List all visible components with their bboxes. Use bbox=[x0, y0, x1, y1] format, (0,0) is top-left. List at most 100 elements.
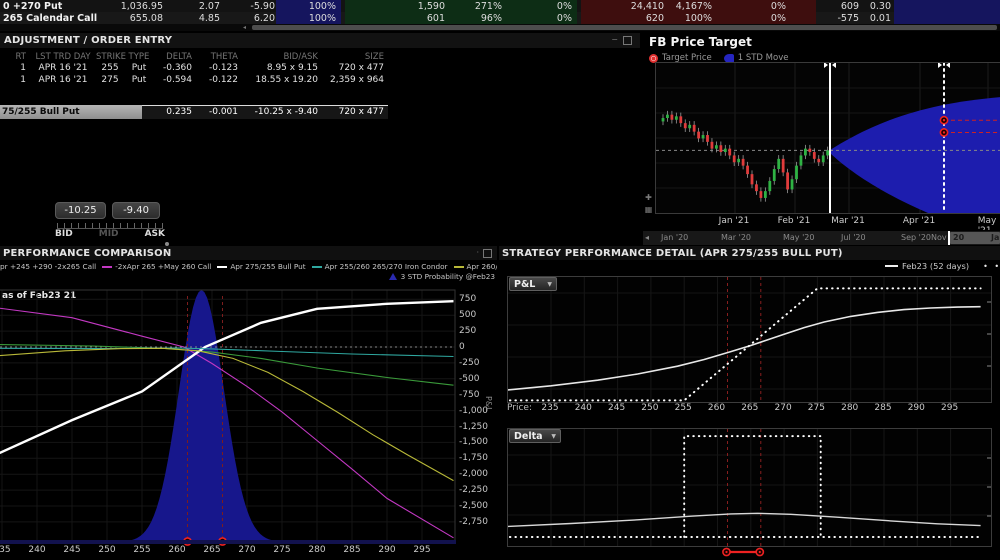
table-header-row: RTLST TRD DAYSTRIKETYPEDELTATHETABID/ASK… bbox=[0, 51, 388, 62]
y-tick: 750 bbox=[459, 294, 476, 304]
y-tick: -1,750 bbox=[459, 453, 488, 463]
y-tick: -2,250 bbox=[459, 485, 488, 495]
position-value: 0% bbox=[712, 1, 786, 12]
performance-chart[interactable] bbox=[0, 290, 456, 543]
gain-cells: 60196%0% bbox=[345, 12, 577, 24]
timeline-left-arrow-icon[interactable]: ◂ bbox=[645, 233, 649, 242]
price-tick: 260 bbox=[708, 403, 725, 413]
column-header: RT bbox=[0, 52, 30, 62]
price-tick: 270 bbox=[775, 403, 792, 413]
scroll-left-icon[interactable]: ◂ bbox=[243, 24, 246, 31]
pct-cell: 100% bbox=[276, 0, 341, 12]
y-axis-label: P&L bbox=[484, 396, 493, 412]
price-tick: 245 bbox=[608, 403, 625, 413]
delta-chart[interactable] bbox=[507, 428, 992, 547]
price-axis: Price: 235240245250255260265270275280285… bbox=[507, 403, 999, 415]
y-tick: 0 bbox=[459, 342, 465, 352]
leg-cell: 18.55 x 19.20 bbox=[242, 75, 322, 85]
price-tick: 255 bbox=[675, 403, 692, 413]
fb-timeline-scrollbar[interactable]: ◂ Jan '20Mar '20 May '20Jul '20 Sep '20N… bbox=[643, 230, 1000, 245]
pnl-metric-dropdown[interactable]: P&L ▼ bbox=[509, 277, 557, 291]
pct-cell: 100% bbox=[276, 12, 341, 24]
maximize-icon[interactable] bbox=[623, 36, 632, 48]
legend-line-icon bbox=[454, 266, 464, 268]
minimize-icon[interactable]: − bbox=[611, 36, 618, 44]
panel-title-bar: PERFORMANCE COMPARISON · bbox=[0, 246, 497, 260]
bid-price-button[interactable]: -10.25 bbox=[55, 202, 106, 219]
timeline-cursor[interactable] bbox=[948, 231, 950, 245]
legend-line-icon bbox=[217, 266, 227, 268]
y-tick: -2,500 bbox=[459, 501, 488, 511]
legend-item[interactable]: Apr 275/255 Bull Put bbox=[217, 262, 305, 271]
target-price-markers[interactable] bbox=[507, 546, 990, 559]
x-tick: Apr '21 bbox=[903, 216, 935, 226]
position-label: 0 +270 Put bbox=[0, 1, 103, 12]
scrollbar-thumb[interactable] bbox=[252, 25, 997, 30]
legend-item[interactable]: Apr 260/265 Short Strangle bbox=[454, 262, 497, 271]
ask-label[interactable]: ASK bbox=[145, 229, 165, 239]
fb-x-axis: Jan '21Feb '21Mar '21Apr '21May '21 bbox=[655, 216, 1000, 227]
y-tick: -1,250 bbox=[459, 422, 488, 432]
panel-title-bar: STRATEGY PERFORMANCE DETAIL (APR 275/255… bbox=[499, 246, 1000, 260]
position-value: 1,036.95 bbox=[103, 1, 163, 12]
pnl-chart[interactable] bbox=[507, 276, 992, 403]
position-row[interactable]: 0 +270 Put1,036.952.07-5.90100%1,590271%… bbox=[0, 0, 1000, 12]
leg-cell: -0.360 bbox=[154, 63, 196, 73]
order-leg-row[interactable]: 1APR 16 '21255Put-0.360-0.1238.95 x 9.15… bbox=[0, 62, 388, 74]
panel-title: STRATEGY PERFORMANCE DETAIL (APR 275/255… bbox=[502, 248, 843, 259]
x-axis-bar bbox=[0, 540, 456, 544]
legend-line-icon bbox=[312, 266, 322, 268]
y-tick: -500 bbox=[459, 374, 479, 384]
gain-cells: 1,590271%0% bbox=[345, 0, 577, 12]
solid-line-icon bbox=[885, 265, 898, 267]
bid-label[interactable]: BID bbox=[55, 229, 73, 239]
x-tick: 255 bbox=[133, 545, 150, 555]
total-size: 720 x 477 bbox=[322, 105, 388, 119]
x-tick: Jan '21 bbox=[719, 216, 750, 226]
performance-comparison-panel: PERFORMANCE COMPARISON · pr +245 +290 -2… bbox=[0, 246, 497, 560]
loss-cells: 24,4104,167%0% bbox=[581, 0, 816, 12]
horizontal-scrollbar[interactable]: ◂ bbox=[0, 24, 1000, 31]
minimize-icon[interactable]: · bbox=[476, 249, 479, 257]
chart-type-icon[interactable]: ▦ bbox=[643, 205, 654, 214]
column-header: DELTA bbox=[154, 52, 196, 62]
total-theta: -0.001 bbox=[196, 105, 242, 119]
x-tick: 265 bbox=[203, 545, 220, 555]
legend-item[interactable]: Apr 255/260 265/270 Iron Condor bbox=[312, 262, 448, 271]
position-row[interactable]: 265 Calendar Call655.084.856.20100%60196… bbox=[0, 12, 1000, 24]
maximize-icon[interactable] bbox=[483, 249, 492, 261]
position-value: 100% bbox=[276, 1, 336, 12]
x-tick: 235 bbox=[0, 545, 11, 555]
x-tick: 285 bbox=[343, 545, 360, 555]
y-tick: -2,750 bbox=[459, 517, 488, 527]
position-value: 0% bbox=[502, 1, 572, 12]
ask-price-button[interactable]: -9.40 bbox=[112, 202, 160, 219]
strategy-total-row[interactable]: 75/255 Bull Put 0.235 -0.001 -10.25 x -9… bbox=[0, 105, 388, 119]
price-tick: 265 bbox=[741, 403, 758, 413]
legend-item[interactable]: -2xApr 265 +May 260 Call bbox=[102, 262, 211, 271]
position-value: 24,410 bbox=[581, 1, 664, 12]
leg-cell: 2,359 x 964 bbox=[322, 75, 388, 85]
column-header: SIZE bbox=[322, 52, 388, 62]
delta-metric-dropdown[interactable]: Delta ▼ bbox=[509, 429, 561, 443]
column-header: LST TRD DAY bbox=[30, 52, 96, 62]
position-value: 100% bbox=[276, 13, 336, 24]
mid-label[interactable]: MID bbox=[99, 229, 119, 239]
y-tick: -1,500 bbox=[459, 437, 488, 447]
leg-cell: Put bbox=[124, 63, 154, 73]
row-tail bbox=[894, 12, 1000, 24]
order-leg-row[interactable]: 1APR 16 '21275Put-0.594-0.12218.55 x 19.… bbox=[0, 74, 388, 86]
position-value: 0% bbox=[502, 13, 572, 24]
legend-item[interactable]: pr +245 +290 -2x265 Call bbox=[0, 262, 96, 271]
price-tick: 290 bbox=[908, 403, 925, 413]
position-value: 4,167% bbox=[664, 1, 712, 12]
y-tick: 250 bbox=[459, 326, 476, 336]
crosshair-tool-icon[interactable]: ✚ bbox=[643, 193, 654, 202]
y-tick: -750 bbox=[459, 390, 479, 400]
x-tick: 295 bbox=[413, 545, 430, 555]
price-tick: 250 bbox=[641, 403, 658, 413]
fb-price-chart[interactable] bbox=[655, 62, 1000, 214]
column-header: THETA bbox=[196, 52, 242, 62]
position-value: 609 bbox=[816, 1, 859, 12]
leg-cell: -0.122 bbox=[196, 75, 242, 85]
